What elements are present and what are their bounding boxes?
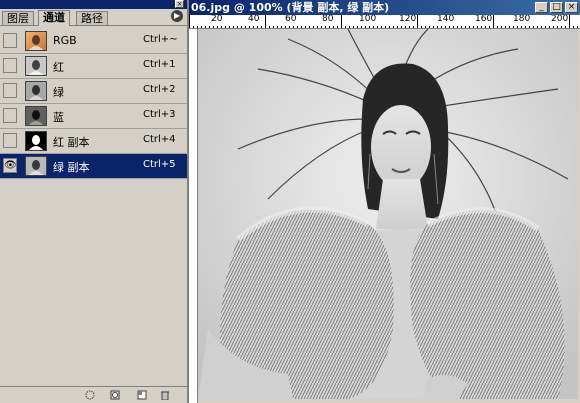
channel-shortcut: Ctrl+3 bbox=[143, 109, 176, 120]
channel-list: RGB Ctrl+~ 红 Ctrl+1 绿 Ctrl+2 蓝 Ctrl+3 红 … bbox=[0, 29, 187, 179]
ruler-label: 140 bbox=[437, 15, 455, 24]
ruler-label: 40 bbox=[248, 15, 260, 24]
visibility-toggle[interactable] bbox=[3, 108, 17, 123]
channel-name: 绿 bbox=[53, 86, 64, 99]
channel-thumbnail bbox=[25, 156, 47, 176]
channel-shortcut: Ctrl+4 bbox=[143, 134, 176, 145]
save-selection-icon[interactable] bbox=[110, 390, 120, 400]
channel-row-green-copy[interactable]: 👁 绿 副本 Ctrl+5 bbox=[0, 154, 187, 179]
tab-paths[interactable]: 路径 bbox=[76, 11, 108, 25]
grayscale-photo bbox=[198, 29, 578, 399]
channel-name: 蓝 bbox=[53, 111, 64, 124]
minimize-icon: _ bbox=[539, 2, 544, 12]
channel-thumbnail bbox=[25, 81, 47, 101]
channel-name: 绿 副本 bbox=[53, 161, 90, 174]
visibility-toggle[interactable] bbox=[3, 58, 17, 73]
channel-thumbnail bbox=[25, 131, 47, 151]
eye-icon: 👁 bbox=[4, 160, 17, 171]
channel-row-blue[interactable]: 蓝 Ctrl+3 bbox=[0, 104, 187, 129]
ruler-label: 100 bbox=[359, 15, 377, 24]
new-channel-icon[interactable] bbox=[137, 390, 147, 400]
triangle-right-icon: ▶ bbox=[173, 11, 181, 20]
image-canvas[interactable] bbox=[198, 29, 578, 399]
document-window: 06.jpg @ 100% (背景 副本, 绿 副本) _ □ × 20 40 … bbox=[189, 0, 580, 403]
palette-tabs: 图层 通道 路径 ▶ bbox=[0, 9, 187, 26]
channel-shortcut: Ctrl+5 bbox=[143, 159, 176, 170]
visibility-toggle[interactable] bbox=[3, 133, 17, 148]
document-title[interactable]: 06.jpg @ 100% (背景 副本, 绿 副本) bbox=[189, 0, 580, 15]
ruler-label: 200 bbox=[551, 15, 569, 24]
palette-menu-button[interactable]: ▶ bbox=[171, 10, 183, 22]
channel-name: 红 副本 bbox=[53, 136, 90, 149]
palette-titlebar[interactable]: × bbox=[0, 0, 187, 9]
ruler-label: 120 bbox=[399, 15, 417, 24]
load-selection-icon[interactable] bbox=[85, 390, 95, 400]
close-button[interactable]: × bbox=[565, 2, 578, 13]
ruler-label: 80 bbox=[322, 15, 334, 24]
channel-thumbnail bbox=[25, 106, 47, 126]
channel-shortcut: Ctrl+1 bbox=[143, 59, 176, 70]
maximize-button[interactable]: □ bbox=[550, 2, 563, 13]
palette-bottom-bar bbox=[0, 386, 187, 403]
ruler-label: 20 bbox=[211, 15, 223, 24]
maximize-icon: □ bbox=[552, 2, 561, 12]
trash-icon[interactable] bbox=[160, 390, 170, 400]
visibility-toggle[interactable]: 👁 bbox=[3, 158, 17, 173]
channel-row-red-copy[interactable]: 红 副本 Ctrl+4 bbox=[0, 129, 187, 154]
channel-row-rgb[interactable]: RGB Ctrl+~ bbox=[0, 29, 187, 54]
palette-close-button[interactable]: × bbox=[175, 0, 184, 8]
channel-thumbnail bbox=[25, 31, 47, 51]
channel-name: RGB bbox=[53, 34, 77, 47]
ruler-label: 60 bbox=[285, 15, 297, 24]
channel-thumbnail bbox=[25, 56, 47, 76]
channel-shortcut: Ctrl+~ bbox=[143, 34, 178, 45]
channel-row-green[interactable]: 绿 Ctrl+2 bbox=[0, 79, 187, 104]
channels-palette: × 图层 通道 路径 ▶ RGB Ctrl+~ 红 Ctrl+1 绿 Ctrl+… bbox=[0, 0, 189, 403]
visibility-toggle[interactable] bbox=[3, 83, 17, 98]
ruler-label: 160 bbox=[475, 15, 493, 24]
close-icon: × bbox=[567, 2, 576, 12]
tab-channels[interactable]: 通道 bbox=[38, 10, 70, 26]
channel-shortcut: Ctrl+2 bbox=[143, 84, 176, 95]
horizontal-ruler[interactable]: 20 40 60 80 100 120 140 160 180 200 bbox=[189, 15, 580, 29]
visibility-toggle[interactable] bbox=[3, 33, 17, 48]
channel-name: 红 bbox=[53, 61, 64, 74]
minimize-button[interactable]: _ bbox=[535, 2, 548, 13]
vertical-ruler[interactable] bbox=[189, 29, 198, 403]
tab-layers[interactable]: 图层 bbox=[2, 11, 34, 25]
channel-row-red[interactable]: 红 Ctrl+1 bbox=[0, 54, 187, 79]
ruler-label: 180 bbox=[513, 15, 531, 24]
